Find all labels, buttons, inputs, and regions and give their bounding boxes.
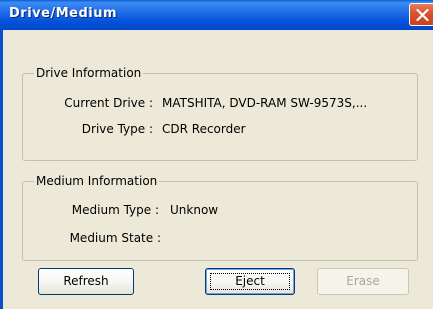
drive-information-group: Drive Information [22,66,418,161]
medium-type-label: Medium Type : [71,203,159,217]
window-title: Drive/Medium [9,6,118,21]
refresh-button[interactable]: Refresh [38,268,134,295]
medium-state-row: Medium State : [0,231,433,247]
drive-type-row: Drive Type : CDR Recorder [0,122,433,138]
current-drive-value: MATSHITA, DVD-RAM SW-9573S,... [162,96,368,110]
drive-type-value: CDR Recorder [162,122,246,136]
eject-button[interactable]: Eject [205,268,295,295]
medium-state-label: Medium State : [69,231,161,245]
close-button[interactable] [409,3,433,26]
focus-rectangle [210,273,290,290]
drive-information-legend: Drive Information [34,66,144,80]
title-bar[interactable]: Drive/Medium [0,0,433,30]
drive-type-label: Drive Type : [81,122,153,136]
medium-type-row: Medium Type : Unknow [0,203,433,219]
medium-type-value: Unknow [170,203,219,217]
current-drive-label: Current Drive : [64,96,153,110]
current-drive-row: Current Drive : MATSHITA, DVD-RAM SW-957… [0,96,433,112]
medium-information-legend: Medium Information [34,174,160,188]
close-x-icon [416,9,429,21]
medium-information-group: Medium Information [22,174,418,261]
window-frame-edge [0,30,3,309]
erase-button[interactable]: Erase [317,268,409,295]
drive-medium-dialog: Drive/Medium Drive Information Current D… [0,0,433,309]
